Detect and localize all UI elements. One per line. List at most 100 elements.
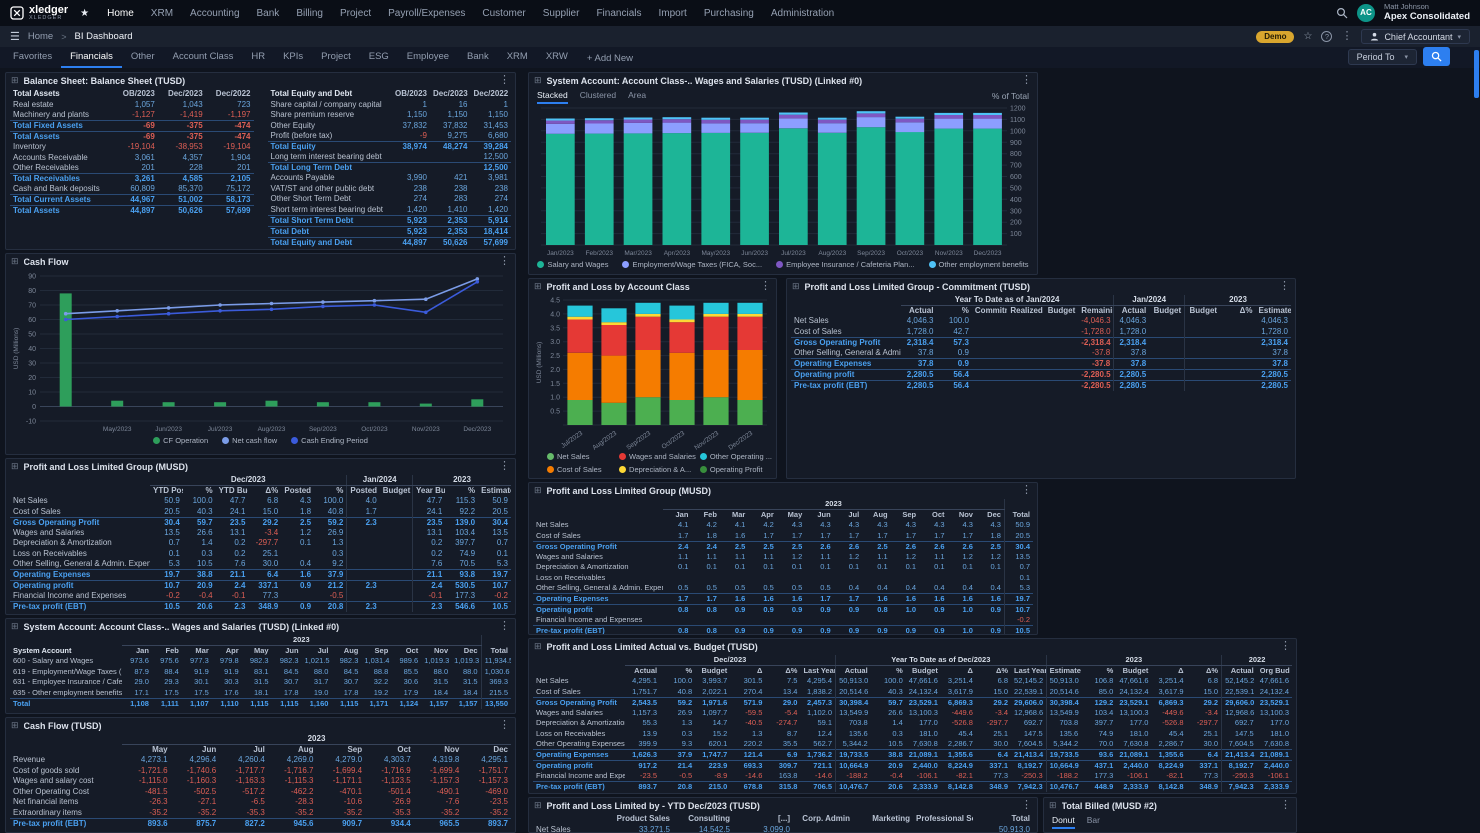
- table-row[interactable]: 631 - Employee Insurance / Cafete...29.0…: [10, 677, 511, 688]
- search-button[interactable]: [1423, 47, 1450, 66]
- drag-handle-icon[interactable]: ⊞: [11, 462, 19, 471]
- table-row[interactable]: Other Equity37,83237,83231,453: [268, 121, 512, 132]
- pnl-by-account-class-chart[interactable]: 0.51.01.52.02.53.03.54.04.5Jul/2023Aug/2…: [533, 295, 772, 451]
- table-row[interactable]: Wages and Salaries1,157.326.91,097.7-59.…: [533, 708, 1292, 719]
- table-row[interactable]: Operating profit10.720.92.4337.10.921.22…: [10, 581, 511, 592]
- tab-employee[interactable]: Employee: [398, 47, 458, 68]
- table-row[interactable]: Operating profit0.80.80.90.90.90.90.90.8…: [533, 605, 1033, 616]
- table-row[interactable]: Share capital / company capital1161: [268, 100, 512, 111]
- chart-tab-bar[interactable]: Bar: [1087, 814, 1100, 829]
- drag-handle-icon[interactable]: ⊞: [534, 642, 542, 651]
- table-row[interactable]: Net financial items-26.3-27.1-6.5-28.3-1…: [10, 797, 511, 808]
- table-row[interactable]: Total Fixed Assets-69-375-474: [10, 121, 254, 132]
- tab-favorites[interactable]: Favorites: [4, 47, 61, 68]
- table-row[interactable]: Wages and salary cost-1,115.0-1,160.3-1,…: [10, 776, 511, 787]
- tab-account-class[interactable]: Account Class: [164, 47, 243, 68]
- table-row[interactable]: Gross Operating Profit2.42.42.52.52.52.6…: [533, 541, 1033, 552]
- table-row[interactable]: Short term interest bearing debt1,4201,4…: [268, 205, 512, 216]
- tab-bank[interactable]: Bank: [458, 47, 498, 68]
- table-row[interactable]: Net Sales33,271.514,542.53,099.050,913.0: [533, 825, 1033, 833]
- scrollbar-thumb[interactable]: [1474, 50, 1479, 98]
- chart-tab-area[interactable]: Area: [628, 89, 646, 104]
- menu-purchasing[interactable]: Purchasing: [704, 8, 754, 19]
- table-row[interactable]: Depreciation & Amortization0.71.40.2-297…: [10, 538, 511, 549]
- table-row[interactable]: Depreciation & Amortization0.10.10.10.10…: [533, 562, 1033, 573]
- table-row[interactable]: Operating Expenses19.738.821.16.41.637.9…: [10, 570, 511, 581]
- wages-stacked-bar-chart[interactable]: 100200300400500600700800900100011001200J…: [533, 103, 1033, 258]
- drag-handle-icon[interactable]: ⊞: [534, 486, 542, 495]
- table-row[interactable]: Financial Income and Expenses-0.2-0.4-0.…: [10, 591, 511, 602]
- panel-menu-icon[interactable]: ⋮: [499, 256, 510, 267]
- table-row[interactable]: Other Operating Cost-481.5-502.5-517.2-4…: [10, 787, 511, 798]
- menu-xrm[interactable]: XRM: [151, 8, 173, 19]
- menu-toggle-icon[interactable]: ☰: [10, 30, 20, 43]
- table-row[interactable]: Loss on Receivables0.10.30.225.10.30.274…: [10, 549, 511, 560]
- chart-tab-clustered[interactable]: Clustered: [580, 89, 616, 104]
- table-row[interactable]: Total Assets44,89750,62657,699: [10, 206, 254, 217]
- favorites-star-icon[interactable]: ★: [80, 8, 89, 19]
- table-row[interactable]: Long term interest bearing debt12,500: [268, 152, 512, 163]
- help-icon[interactable]: ?: [1321, 31, 1332, 42]
- drag-handle-icon[interactable]: ⊞: [11, 76, 19, 85]
- table-row[interactable]: Loss on Receivables0.1: [533, 573, 1033, 584]
- table-row[interactable]: Net Sales4,046.3100.0-4,046.34,046.34,04…: [791, 316, 1291, 327]
- menu-payroll-expenses[interactable]: Payroll/Expenses: [388, 8, 465, 19]
- table-row[interactable]: Extraordinary items-35.2-35.2-35.3-35.2-…: [10, 808, 511, 819]
- role-selector[interactable]: Chief Accountant ▾: [1361, 29, 1470, 44]
- table-row[interactable]: Net Sales4.14.24.14.24.34.34.34.34.34.34…: [533, 520, 1033, 531]
- table-row[interactable]: Real estate1,0571,043723: [10, 100, 254, 111]
- cash-flow-chart[interactable]: -100102030405060708090May/2023Jun/2023Ju…: [10, 270, 511, 434]
- table-row[interactable]: Cost of Sales1,728.042.7-1,728.01,728.01…: [791, 327, 1291, 338]
- table-row[interactable]: Pre-tax profit (EBT)2,280.556.4-2,280.52…: [791, 380, 1291, 391]
- drag-handle-icon[interactable]: ⊞: [534, 76, 542, 85]
- add-new-tab-button[interactable]: + Add New: [577, 49, 643, 68]
- menu-financials[interactable]: Financials: [596, 8, 641, 19]
- table-row[interactable]: Total Short Term Debt5,9232,3535,914: [268, 215, 512, 226]
- panel-menu-icon[interactable]: ⋮: [760, 281, 771, 292]
- table-row[interactable]: Other Selling, General & Admin. Expense3…: [791, 348, 1291, 359]
- table-row[interactable]: VAT/ST and other public debt238238238: [268, 184, 512, 195]
- chart-tab-stacked[interactable]: Stacked: [537, 89, 568, 104]
- tab-hr[interactable]: HR: [242, 47, 274, 68]
- table-row[interactable]: Other Short Term Debt274283274: [268, 194, 512, 205]
- menu-accounting[interactable]: Accounting: [190, 8, 239, 19]
- panel-menu-icon[interactable]: ⋮: [499, 75, 510, 86]
- table-row[interactable]: Total Equity38,97448,27439,284: [268, 142, 512, 153]
- table-row[interactable]: Total Equity and Debt44,89750,62657,699: [268, 237, 512, 248]
- breadcrumb-home[interactable]: Home: [28, 31, 53, 42]
- table-row[interactable]: Total Current Assets44,96751,00258,173: [10, 195, 254, 206]
- table-row[interactable]: Accounts Receivable3,0614,3571,904: [10, 153, 254, 164]
- menu-project[interactable]: Project: [340, 8, 371, 19]
- menu-import[interactable]: Import: [658, 8, 686, 19]
- table-row[interactable]: Operating profit917.221.4223.9693.3309.7…: [533, 761, 1292, 772]
- panel-menu-icon[interactable]: ⋮: [499, 720, 510, 731]
- table-row[interactable]: Total1,1081,1111,1071,1101,1151,1151,160…: [10, 698, 511, 709]
- table-row[interactable]: Cost of goods sold-1,721.6-1,740.6-1,717…: [10, 766, 511, 777]
- percent-of-total-toggle[interactable]: % of Total: [992, 91, 1029, 101]
- menu-home[interactable]: Home: [107, 8, 134, 19]
- table-row[interactable]: Cash and Bank deposits60,80985,37075,172: [10, 184, 254, 195]
- table-row[interactable]: Revenue4,273.14,296.44,260.44,269.04,279…: [10, 755, 511, 766]
- tab-xrw[interactable]: XRW: [537, 47, 577, 68]
- table-row[interactable]: 635 - Other employment benefits17.117.51…: [10, 688, 511, 699]
- panel-menu-icon[interactable]: ⋮: [1021, 75, 1032, 86]
- table-row[interactable]: Net Sales4,295.1100.03,993.7301.57.54,29…: [533, 676, 1292, 687]
- page-menu-icon[interactable]: ⋮: [1341, 31, 1352, 42]
- table-row[interactable]: Operating Expenses1,626.337.91,747.7121.…: [533, 750, 1292, 761]
- table-row[interactable]: 619 - Employment/Wage Taxes (FI...87.988…: [10, 667, 511, 678]
- table-row[interactable]: Other Receivables201228201: [10, 163, 254, 174]
- table-row[interactable]: Cost of Sales1,751.740.82,022.1270.413.4…: [533, 687, 1292, 698]
- panel-menu-icon[interactable]: ⋮: [1279, 281, 1290, 292]
- table-row[interactable]: Pre-tax profit (EBT)0.80.80.90.90.90.90.…: [533, 626, 1033, 636]
- drag-handle-icon[interactable]: ⊞: [792, 282, 800, 291]
- panel-menu-icon[interactable]: ⋮: [1280, 641, 1291, 652]
- table-row[interactable]: Operating profit2,280.556.4-2,280.52,280…: [791, 369, 1291, 380]
- table-row[interactable]: Pre-tax profit (EBT)893.720.8215.0678.83…: [533, 782, 1292, 793]
- tab-other[interactable]: Other: [122, 47, 164, 68]
- xledger-brand[interactable]: xledger XLEDGER: [10, 5, 68, 22]
- table-row[interactable]: Inventory-19,104-38,953-19,104: [10, 142, 254, 153]
- tab-esg[interactable]: ESG: [360, 47, 398, 68]
- drag-handle-icon[interactable]: ⊞: [1049, 801, 1057, 810]
- table-row[interactable]: Pre-tax profit (EBT)10.520.62.3348.90.92…: [10, 602, 511, 613]
- table-row[interactable]: Gross Operating Profit2,318.457.3-2,318.…: [791, 337, 1291, 348]
